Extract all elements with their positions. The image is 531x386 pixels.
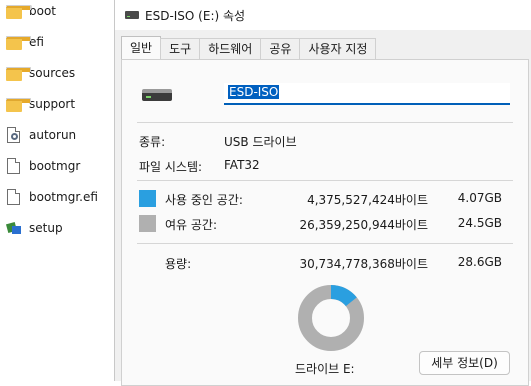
file-name: boot [29, 4, 57, 18]
file-name: setup [29, 221, 63, 235]
volume-name-text: ESD-ISO [228, 85, 280, 99]
drive-icon [125, 11, 139, 19]
tab-customize[interactable]: 사용자 지정 [299, 38, 377, 59]
tab-general[interactable]: 일반 [121, 36, 162, 59]
used-space-label: 사용 중인 공간: [165, 193, 243, 207]
dialog-title: ESD-ISO (E:) 속성 [145, 9, 246, 23]
folder-icon [6, 34, 31, 50]
tab-strip: 일반 도구 하드웨어 공유 사용자 지정 [121, 36, 377, 60]
title-bar[interactable]: ESD-ISO (E:) 속성 [115, 0, 531, 30]
setup-icon [5, 220, 22, 236]
file-name: bootmgr [29, 159, 81, 173]
capacity-label: 용량: [165, 257, 192, 271]
file-list: boot efi sources support autorun bootmgr… [0, 0, 112, 381]
list-item[interactable]: boot [6, 0, 56, 22]
drive-letter-label: 드라이브 E: [295, 362, 355, 376]
capacity-bytes: 30,734,778,368바이트 [299, 257, 428, 271]
file-name: efi [29, 35, 44, 49]
usage-donut-chart [298, 285, 364, 351]
used-space-size: 4.07GB [457, 191, 502, 205]
folder-icon [6, 96, 31, 112]
file-name: sources [29, 66, 76, 80]
general-panel: ESD-ISO 종류: USB 드라이브 파일 시스템: FAT32 사용 중인… [121, 59, 529, 386]
separator [137, 122, 513, 123]
list-item[interactable]: setup [5, 217, 63, 239]
used-color-swatch [139, 190, 156, 207]
list-item[interactable]: autorun [6, 124, 76, 146]
filesystem-label: 파일 시스템: [139, 160, 203, 174]
used-space-bytes: 4,375,527,424바이트 [307, 193, 428, 207]
folder-icon [6, 65, 31, 81]
separator [137, 180, 513, 181]
config-file-icon [7, 127, 20, 143]
tab-tools[interactable]: 도구 [160, 38, 201, 59]
usb-drive-icon [142, 89, 172, 101]
type-label: 종류: [139, 135, 166, 149]
disk-details-button[interactable]: 세부 정보(D) [419, 351, 510, 375]
capacity-size: 28.6GB [457, 255, 502, 269]
file-name: support [29, 97, 76, 111]
list-item[interactable]: bootmgr.efi [6, 186, 98, 208]
free-space-label: 여유 공간: [165, 218, 218, 232]
properties-dialog: ESD-ISO (E:) 속성 일반 도구 하드웨어 공유 사용자 지정 ESD… [114, 0, 531, 386]
file-icon [7, 189, 20, 205]
folder-icon [6, 3, 31, 19]
filesystem-value: FAT32 [224, 158, 260, 172]
tab-sharing[interactable]: 공유 [260, 38, 301, 59]
file-name: autorun [29, 128, 77, 142]
free-color-swatch [139, 215, 156, 232]
separator [137, 243, 513, 244]
list-item[interactable]: sources [6, 62, 75, 84]
free-space-size: 24.5GB [457, 216, 502, 230]
file-icon [7, 158, 20, 174]
list-item[interactable]: bootmgr [6, 155, 80, 177]
type-value: USB 드라이브 [224, 135, 297, 149]
tab-hardware[interactable]: 하드웨어 [199, 38, 262, 59]
free-space-bytes: 26,359,250,944바이트 [299, 218, 428, 232]
list-item[interactable]: efi [6, 31, 44, 53]
volume-name-input[interactable]: ESD-ISO [224, 83, 510, 105]
list-item[interactable]: support [6, 93, 75, 115]
file-name: bootmgr.efi [29, 190, 98, 204]
